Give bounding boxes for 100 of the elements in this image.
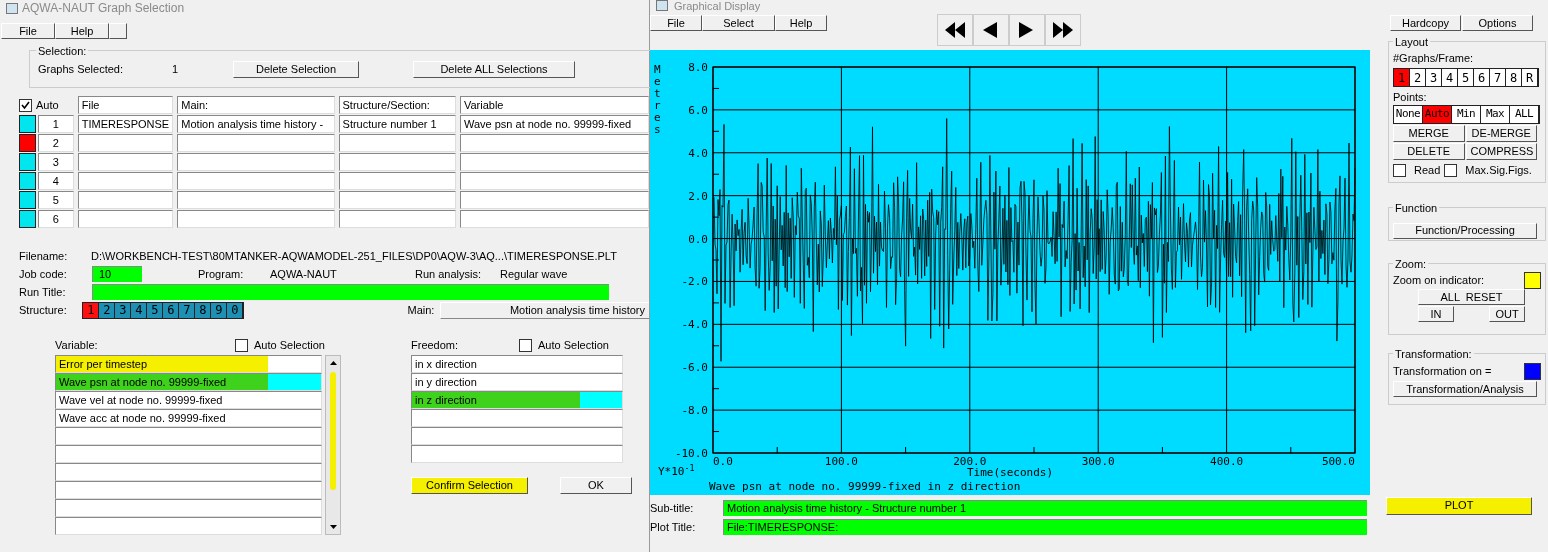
checkbox[interactable]	[235, 338, 248, 352]
tick-label: 0.0	[688, 232, 708, 246]
menu-item[interactable]: Help	[775, 15, 827, 31]
graphs-per-frame-button[interactable]: 2	[1410, 68, 1426, 86]
tick-label: 500.0	[1321, 455, 1355, 468]
table-cell: Wave psn at node no. 99999-fixed	[459, 115, 649, 133]
tick-label: -2.0	[681, 275, 708, 289]
tick-label: 300.0	[1081, 455, 1115, 468]
button[interactable]: Transformation/Analysis	[1393, 381, 1537, 397]
field-label: Freedom:	[411, 337, 460, 353]
menu-item[interactable]: File	[650, 15, 702, 31]
structure-button[interactable]: 9	[211, 302, 228, 318]
list-item[interactable]: Error per timestep	[55, 355, 322, 373]
structure-button[interactable]: 1	[83, 302, 100, 318]
row-number: 2	[37, 134, 74, 152]
button[interactable]: Delete Selection	[233, 60, 359, 78]
graphs-per-frame-button[interactable]: 3	[1426, 68, 1442, 86]
button[interactable]: Hardcopy	[1390, 15, 1461, 31]
button[interactable]: DELETE	[1393, 143, 1465, 160]
empty-list-row[interactable]	[411, 427, 623, 445]
empty-list-row[interactable]	[411, 409, 623, 427]
button[interactable]: PLOT	[1386, 496, 1532, 515]
structure-button[interactable]: 8	[195, 302, 212, 318]
empty-list-row[interactable]	[55, 427, 322, 445]
menu-item[interactable]: File	[1, 23, 55, 39]
tick-label: 2.0	[688, 189, 708, 203]
row-color-swatch[interactable]	[19, 172, 36, 190]
points-button[interactable]: Min	[1452, 106, 1481, 123]
button[interactable]: IN	[1418, 306, 1454, 322]
list-item[interactable]: Wave psn at node no. 99999-fixed	[55, 373, 322, 391]
empty-list-row[interactable]	[55, 445, 322, 463]
field-label: Transformation on =	[1393, 364, 1492, 380]
plot-title-field[interactable]: File:TIMERESPONSE:	[723, 518, 1367, 535]
row-color-swatch[interactable]	[19, 210, 36, 228]
structure-button[interactable]: 7	[179, 302, 196, 318]
row-number: 4	[37, 172, 74, 190]
button[interactable]: OK	[560, 477, 632, 494]
button[interactable]: Function/Processing	[1393, 222, 1537, 239]
checkbox[interactable]	[1393, 163, 1406, 177]
points-button[interactable]: None	[1394, 106, 1423, 123]
table-cell: Structure number 1	[338, 115, 456, 133]
list-item[interactable]: Wave acc at node no. 99999-fixed	[55, 409, 322, 427]
tick-label: -10.0	[674, 447, 708, 460]
menu-item[interactable]	[109, 23, 127, 39]
points-button[interactable]: Max	[1481, 106, 1510, 123]
points-button[interactable]: ALL	[1510, 106, 1539, 123]
button[interactable]: ALL RESET	[1418, 289, 1525, 305]
window-title: AQWA-NAUT Graph Selection	[22, 0, 185, 17]
row-color-swatch[interactable]	[19, 115, 36, 133]
column-header: Variable	[459, 96, 649, 114]
empty-list-row[interactable]	[411, 445, 623, 463]
program-value: AQWA-NAUT	[270, 266, 338, 282]
graphs-per-frame-button[interactable]: 8	[1506, 68, 1522, 86]
checkbox-label: Auto Selection	[254, 337, 325, 353]
checkbox-label: Auto	[36, 97, 59, 113]
list-item[interactable]: in x direction	[411, 355, 623, 373]
subtitle-field[interactable]: Motion analysis time history - Structure number 1	[723, 500, 1367, 517]
points-button[interactable]: Auto	[1423, 106, 1452, 123]
button[interactable]: Confirm Selection	[411, 477, 528, 494]
graphs-per-frame-button[interactable]: 6	[1474, 68, 1490, 86]
scrollbar[interactable]	[325, 355, 341, 535]
graphs-per-frame-button[interactable]: 1	[1394, 68, 1410, 86]
graphs-per-frame-button[interactable]: R	[1522, 68, 1538, 86]
list-item[interactable]: in z direction	[411, 391, 623, 409]
structure-button[interactable]: 4	[131, 302, 148, 318]
graphs-selected-count: 1	[172, 61, 180, 77]
button[interactable]: Delete ALL Selections	[413, 60, 575, 78]
graphs-per-frame-button[interactable]: 5	[1458, 68, 1474, 86]
menu-item[interactable]: Select	[702, 15, 775, 31]
tick-label: -8.0	[681, 404, 708, 418]
row-color-swatch[interactable]	[19, 134, 36, 152]
structure-button[interactable]: 5	[147, 302, 164, 318]
button[interactable]: MERGE	[1393, 125, 1465, 142]
menu-item[interactable]: Help	[55, 23, 109, 39]
empty-list-row[interactable]	[55, 463, 322, 481]
tick-label: 400.0	[1210, 455, 1244, 468]
table-cell: TIMERESPONSE	[77, 115, 174, 133]
checkbox[interactable]	[1444, 163, 1458, 177]
structure-button[interactable]: 6	[163, 302, 180, 318]
field-label: Program:	[198, 266, 245, 282]
row-number: 3	[37, 153, 74, 171]
field-label: Filename:	[19, 248, 69, 264]
list-item[interactable]: Wave vel at node no. 99999-fixed	[55, 391, 322, 409]
empty-list-row[interactable]	[55, 481, 322, 499]
graphs-per-frame-button[interactable]: 4	[1442, 68, 1458, 86]
structure-button[interactable]: 3	[115, 302, 132, 318]
row-color-swatch[interactable]	[19, 153, 36, 171]
button[interactable]: COMPRESS	[1465, 143, 1537, 160]
button[interactable]: OUT	[1489, 306, 1525, 322]
tick-label: 0.0	[713, 455, 733, 468]
field-label: Job code:	[19, 266, 68, 282]
graphs-per-frame-button[interactable]: 7	[1490, 68, 1506, 86]
button[interactable]: DE-MERGE	[1465, 125, 1537, 142]
structure-button[interactable]: 2	[99, 302, 116, 318]
auto-checkbox[interactable]	[19, 98, 32, 112]
row-color-swatch[interactable]	[19, 191, 36, 209]
list-item[interactable]: in y direction	[411, 373, 623, 391]
checkbox[interactable]	[519, 338, 532, 352]
structure-button[interactable]: 0	[227, 302, 244, 318]
button[interactable]: Options	[1462, 15, 1533, 31]
